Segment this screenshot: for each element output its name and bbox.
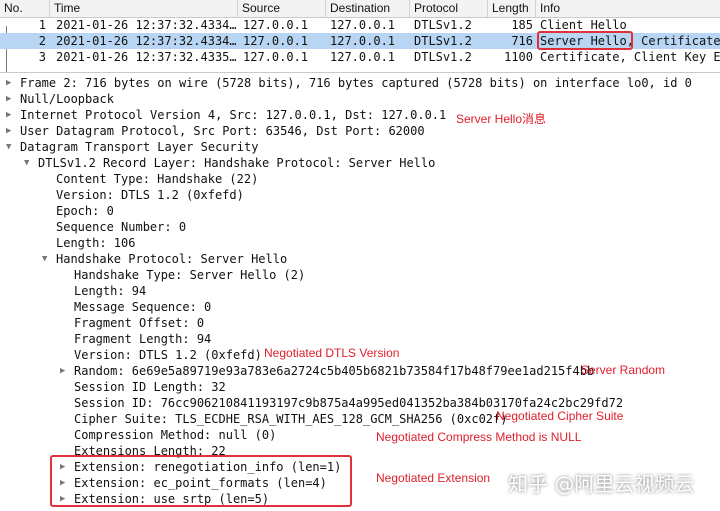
packet-no: 3 [38, 50, 46, 64]
tree-item-udp[interactable]: User Datagram Protocol, Src Port: 63546,… [20, 123, 425, 139]
packet-destination: 127.0.0.1 [330, 34, 396, 48]
packet-time: 2021-01-26 12:37:32.4334… [56, 34, 236, 48]
packet-time: 2021-01-26 12:37:32.4334… [56, 18, 236, 32]
column-header-info[interactable]: Info [536, 0, 720, 17]
packet-destination: 127.0.0.1 [330, 50, 396, 64]
packet-length: 185 [511, 18, 533, 32]
tree-item-hs-version[interactable]: Version: DTLS 1.2 (0xfefd) [74, 347, 262, 363]
tree-item-fragment-offset[interactable]: Fragment Offset: 0 [74, 315, 204, 331]
packet-list-header: No. Time Source Destination Protocol Len… [0, 0, 720, 18]
packet-source: 127.0.0.1 [243, 18, 309, 32]
extensions-highlight-box [50, 455, 352, 507]
column-header-length[interactable]: Length [488, 0, 536, 17]
column-header-protocol[interactable]: Protocol [410, 0, 488, 17]
packet-protocol: DTLSv1.2 [414, 50, 472, 64]
tree-item-hs-length[interactable]: Length: 94 [74, 283, 146, 299]
tree-item-compression-method[interactable]: Compression Method: null (0) [74, 427, 276, 443]
expand-arrow-icon[interactable]: ▶ [60, 363, 70, 379]
tree-item-cipher-suite[interactable]: Cipher Suite: TLS_ECDHE_RSA_WITH_AES_128… [74, 411, 507, 427]
column-header-no[interactable]: No. [0, 0, 50, 17]
tree-item-content-type[interactable]: Content Type: Handshake (22) [56, 171, 258, 187]
packet-length: 716 [511, 34, 533, 48]
packet-protocol: DTLSv1.2 [414, 18, 472, 32]
tree-item-null-loopback[interactable]: Null/Loopback [20, 91, 114, 107]
expand-arrow-icon[interactable]: ▶ [6, 107, 16, 123]
tree-item-version[interactable]: Version: DTLS 1.2 (0xfefd) [56, 187, 244, 203]
expand-arrow-icon[interactable]: ▶ [6, 91, 16, 107]
tree-item-length[interactable]: Length: 106 [56, 235, 135, 251]
column-header-time[interactable]: Time [50, 0, 238, 17]
watermark: 知乎 @阿里云视频云 [508, 472, 695, 496]
tree-item-session-id-length[interactable]: Session ID Length: 32 [74, 379, 226, 395]
annotation-negotiated-dtls-version: Negotiated DTLS Version [264, 346, 400, 360]
tree-item-random[interactable]: Random: 6e69e5a89719e93a783e6a2724c5b405… [74, 363, 594, 379]
packet-info-rest: Certificate, Server Key Exchange [641, 34, 720, 48]
annotation-server-random: Server Random [581, 363, 666, 377]
packet-protocol: DTLSv1.2 [414, 34, 472, 48]
annotation-server-hello-msg: Server Hello消息 [456, 112, 547, 126]
tree-item-frame[interactable]: Frame 2: 716 bytes on wire (5728 bits), … [20, 75, 692, 91]
collapse-arrow-icon[interactable]: ▼ [42, 251, 52, 267]
tree-item-dtls[interactable]: Datagram Transport Layer Security [20, 139, 258, 155]
tree-item-message-sequence[interactable]: Message Sequence: 0 [74, 299, 211, 315]
packet-row[interactable]: 3 2021-01-26 12:37:32.4335… 127.0.0.1 12… [0, 49, 720, 65]
annotation-negotiated-compress: Negotiated Compress Method is NULL [376, 430, 582, 444]
tree-item-epoch[interactable]: Epoch: 0 [56, 203, 114, 219]
expand-arrow-icon[interactable]: ▶ [6, 75, 16, 91]
annotation-negotiated-cipher-suite: Negotiated Cipher Suite [496, 409, 624, 423]
annotation-negotiated-extension: Negotiated Extension [376, 471, 491, 485]
packet-details-tree: ▶ Frame 2: 716 bytes on wire (5728 bits)… [0, 72, 720, 511]
column-header-source[interactable]: Source [238, 0, 326, 17]
packet-time: 2021-01-26 12:37:32.4335… [56, 50, 236, 64]
packet-length: 1100 [504, 50, 533, 64]
tree-item-record-layer[interactable]: DTLSv1.2 Record Layer: Handshake Protoco… [38, 155, 435, 171]
packet-no: 1 [38, 18, 46, 32]
packet-no: 2 [38, 34, 46, 48]
packet-info: Certificate, Client Key Exchange [540, 50, 720, 64]
packet-source: 127.0.0.1 [243, 34, 309, 48]
tree-item-fragment-length[interactable]: Fragment Length: 94 [74, 331, 211, 347]
collapse-arrow-icon[interactable]: ▼ [6, 139, 16, 155]
column-header-destination[interactable]: Destination [326, 0, 410, 17]
collapse-arrow-icon[interactable]: ▼ [24, 155, 34, 171]
packet-source: 127.0.0.1 [243, 50, 309, 64]
tree-item-handshake-protocol[interactable]: Handshake Protocol: Server Hello [56, 251, 287, 267]
tree-item-ipv4[interactable]: Internet Protocol Version 4, Src: 127.0.… [20, 107, 446, 123]
packet-destination: 127.0.0.1 [330, 18, 396, 32]
tree-item-handshake-type[interactable]: Handshake Type: Server Hello (2) [74, 267, 305, 283]
expand-arrow-icon[interactable]: ▶ [6, 123, 16, 139]
tree-item-sequence-number[interactable]: Sequence Number: 0 [56, 219, 186, 235]
server-hello-highlight-box [537, 31, 633, 50]
packet-list: No. Time Source Destination Protocol Len… [0, 0, 720, 72]
